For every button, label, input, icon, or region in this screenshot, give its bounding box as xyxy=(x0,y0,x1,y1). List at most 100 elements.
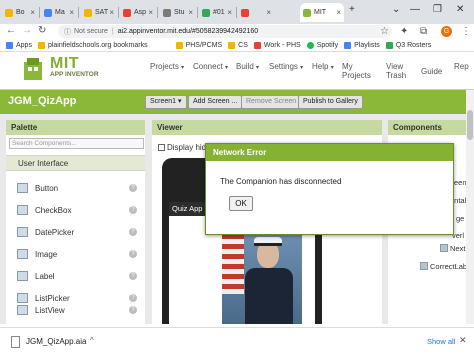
component-item[interactable]: ge xyxy=(456,214,464,223)
help-icon[interactable]: ? xyxy=(129,250,137,258)
menu-settings[interactable]: Settings ▾ xyxy=(269,62,303,71)
scrollbar-thumb[interactable] xyxy=(467,110,473,140)
help-icon[interactable]: ? xyxy=(129,228,137,236)
address-bar[interactable]: ⓘ Not secure | ai2.appinventor.mit.edu/#… xyxy=(58,25,392,38)
tab-favicon xyxy=(241,8,249,17)
bookmark-playlists[interactable]: Playlists xyxy=(344,41,380,49)
ok-button[interactable]: OK xyxy=(229,196,253,211)
palette-search-input[interactable]: Search Components... xyxy=(9,138,144,149)
browser-tab-7[interactable]: × xyxy=(238,3,274,22)
bookmark-q3-rosters[interactable]: Q3 Rosters xyxy=(385,41,431,49)
help-icon[interactable]: ? xyxy=(129,272,137,280)
remove-screen-button[interactable]: Remove Screen xyxy=(241,95,302,109)
close-window-icon[interactable]: ✕ xyxy=(456,4,464,15)
extensions-puzzle-icon[interactable]: ⧉ xyxy=(420,26,427,37)
palette-category-user-interface[interactable]: User Interface xyxy=(6,155,145,171)
minimize-icon[interactable]: — xyxy=(410,4,420,15)
bookmark-favicon xyxy=(385,41,393,49)
menu-my-projects[interactable]: My Projects xyxy=(342,62,371,80)
show-all-link[interactable]: Show all xyxy=(427,337,455,346)
caret-down-icon: ▾ xyxy=(225,65,229,71)
menu-help[interactable]: Help ▾ xyxy=(312,62,334,71)
bookmark-work-phs[interactable]: Work - PHS xyxy=(253,41,301,49)
checkbox-icon xyxy=(17,205,28,215)
publish-gallery-button[interactable]: Publish to Gallery xyxy=(298,95,363,109)
new-tab-button[interactable]: + xyxy=(349,4,355,15)
reload-icon[interactable]: ↻ xyxy=(38,25,46,36)
close-icon[interactable]: × xyxy=(69,8,74,17)
menu-build[interactable]: Build ▾ xyxy=(236,62,259,71)
close-icon[interactable]: × xyxy=(336,8,341,17)
menu-report[interactable]: Rep xyxy=(454,62,469,71)
browser-tab-1[interactable]: Bo × xyxy=(2,3,38,22)
browser-tab-5[interactable]: Stu × xyxy=(160,3,196,22)
menu-kebab-icon[interactable]: ⋮ xyxy=(461,26,471,37)
checkbox-box xyxy=(158,144,165,151)
screen-select[interactable]: Screen1 ▾ xyxy=(145,95,187,109)
bookmark-cs[interactable]: CS xyxy=(228,41,248,49)
palette-item-listview[interactable]: ListView? xyxy=(6,299,145,321)
listview-icon xyxy=(17,305,28,315)
bookmark-plainfield[interactable]: plainfieldschools.org bookmarks xyxy=(37,41,148,49)
apps-grid-icon xyxy=(6,41,13,49)
menu-guide[interactable]: Guide xyxy=(421,67,442,76)
close-icon[interactable]: × xyxy=(109,8,114,17)
palette-item-datepicker[interactable]: DatePicker? xyxy=(6,221,145,243)
dialog-message: The Companion has disconnected xyxy=(220,177,342,186)
browser-tab-4[interactable]: Asp × xyxy=(120,3,156,22)
project-title: JGM_QizApp xyxy=(8,95,77,107)
forward-icon[interactable]: → xyxy=(22,25,32,36)
label-icon xyxy=(420,262,428,270)
palette-item-checkbox[interactable]: CheckBox? xyxy=(6,199,145,221)
bookmark-phs-pcms[interactable]: PHS/PCMS xyxy=(175,41,222,49)
bookmark-star-icon[interactable]: ☆ xyxy=(380,26,389,37)
folder-icon xyxy=(37,41,45,49)
menu-view-trash[interactable]: View Trash xyxy=(386,62,406,80)
close-icon[interactable]: ✕ xyxy=(459,335,467,346)
close-icon[interactable]: × xyxy=(188,8,193,17)
components-header: Components xyxy=(388,120,474,135)
bookmark-spotify[interactable]: Spotify xyxy=(306,41,338,49)
tab-search-icon[interactable]: ⌄ xyxy=(392,4,400,15)
bookmark-apps[interactable]: Apps xyxy=(6,41,32,49)
uniform-graphic xyxy=(245,268,293,324)
browser-tab-3[interactable]: SAT × xyxy=(81,3,117,22)
add-screen-button[interactable]: Add Screen ... xyxy=(188,95,243,109)
profile-avatar[interactable]: G xyxy=(441,26,452,37)
browser-tab-6[interactable]: #01 × xyxy=(199,3,235,22)
close-icon[interactable]: × xyxy=(227,8,232,17)
browser-tab-2[interactable]: Ma × xyxy=(41,3,77,22)
bookmarks-bar: Apps plainfieldschools.org bookmarks PHS… xyxy=(0,39,474,52)
palette-item-label[interactable]: Label? xyxy=(6,265,145,287)
not-secure-icon: ⓘ xyxy=(64,28,71,36)
download-file-name[interactable]: JGM_QizApp.aia xyxy=(26,337,86,346)
bookmark-favicon xyxy=(253,41,261,49)
menu-connect[interactable]: Connect ▾ xyxy=(193,62,228,71)
button-icon xyxy=(440,244,448,252)
spotify-icon xyxy=(306,41,314,49)
help-icon[interactable]: ? xyxy=(129,184,137,192)
datepicker-icon xyxy=(17,227,28,237)
chevron-up-icon[interactable]: ^ xyxy=(90,336,94,345)
browser-tab-active[interactable]: MIT × xyxy=(300,3,344,22)
back-icon[interactable]: ← xyxy=(6,25,16,36)
palette-item-image[interactable]: Image? xyxy=(6,243,145,265)
menu-projects[interactable]: Projects ▾ xyxy=(150,62,184,71)
logo-subtitle: APP INVENTOR xyxy=(50,71,99,78)
palette-item-button[interactable]: Button? xyxy=(6,177,145,199)
tab-favicon xyxy=(123,8,131,17)
app-inventor-logo-icon xyxy=(24,58,42,80)
file-icon xyxy=(11,336,20,348)
address-url: ai2.appinventor.mit.edu/#505823994249216… xyxy=(117,28,259,35)
maximize-icon[interactable]: ❐ xyxy=(433,4,442,15)
help-icon[interactable]: ? xyxy=(129,206,137,214)
component-item-correctlabel[interactable]: CorrectLab xyxy=(420,262,467,271)
close-icon[interactable]: × xyxy=(148,8,153,17)
caret-down-icon: ▾ xyxy=(256,65,260,71)
extension-icon[interactable]: ✦ xyxy=(400,26,408,37)
bookmark-favicon xyxy=(344,41,352,49)
tab-favicon xyxy=(163,8,171,17)
close-icon[interactable]: × xyxy=(266,8,271,17)
help-icon[interactable]: ? xyxy=(129,306,137,314)
close-icon[interactable]: × xyxy=(30,8,35,17)
